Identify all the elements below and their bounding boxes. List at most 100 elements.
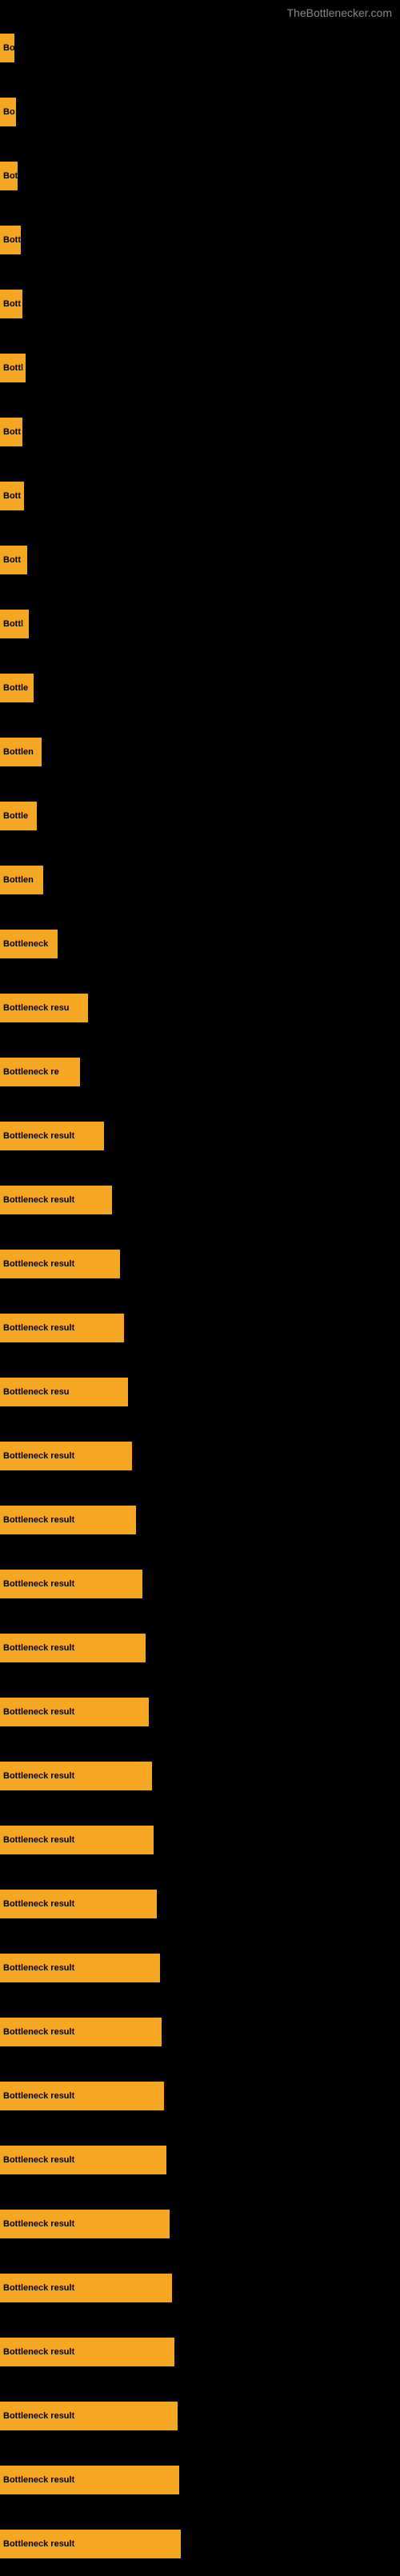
bar-row: Bottleneck result xyxy=(0,1232,400,1296)
bar-label: Bottleneck result xyxy=(3,2283,74,2293)
bar-row: Bottleneck result xyxy=(0,2256,400,2320)
bar-row: Bottleneck result xyxy=(0,1424,400,1488)
bar-label: Bott xyxy=(3,299,21,309)
bar-row: Bottl xyxy=(0,592,400,656)
bar-row: Bottleneck resu xyxy=(0,1360,400,1424)
bar-item: Bottleneck result xyxy=(0,1186,112,1214)
bar-item: Bottleneck result xyxy=(0,2146,166,2174)
bar-row: Bott xyxy=(0,464,400,528)
bar-label: Bottleneck result xyxy=(3,2027,74,2037)
bar-label: Bottleneck result xyxy=(3,1515,74,1525)
bar-row: Bottleneck result xyxy=(0,2384,400,2448)
bar-label: Bottleneck result xyxy=(3,1579,74,1589)
bar-row: Bottleneck result xyxy=(0,2000,400,2064)
bar-label: Bottleneck resu xyxy=(3,1003,70,1013)
bar-label: Bottleneck result xyxy=(3,2091,74,2101)
bar-label: Bottleneck re xyxy=(3,1067,59,1077)
bar-item: Bottlen xyxy=(0,738,42,766)
bar-label: Bottl xyxy=(3,363,23,373)
bar-label: Bo xyxy=(3,107,15,117)
bar-row: Bottleneck result xyxy=(0,1168,400,1232)
bar-label: Bottleneck result xyxy=(3,1835,74,1845)
bar-item: Bottleneck resu xyxy=(0,1378,128,1406)
bar-label: Bottleneck result xyxy=(3,1771,74,1781)
bar-row: Bottl xyxy=(0,336,400,400)
bar-item: Bottleneck result xyxy=(0,1570,142,1598)
bar-item: Bottle xyxy=(0,674,34,702)
bar-item: Bott xyxy=(0,226,21,254)
bar-label: Bo xyxy=(3,43,14,53)
bar-label: Bott xyxy=(3,235,21,245)
bar-row: Bottleneck result xyxy=(0,2192,400,2256)
bar-label: Bottleneck result xyxy=(3,1451,74,1461)
bar-row: Bottleneck result xyxy=(0,1744,400,1808)
bar-label: Bottleneck resu xyxy=(3,1387,70,1397)
bar-label: Bottlen xyxy=(3,747,34,757)
bar-item: Bott xyxy=(0,418,22,446)
bar-label: Bottleneck xyxy=(3,939,48,949)
bar-item: Bottleneck result xyxy=(0,2338,174,2366)
bar-item: Bottleneck result xyxy=(0,2210,170,2238)
bar-row: Bottleneck result xyxy=(0,2448,400,2512)
bar-label: Bottleneck result xyxy=(3,2475,74,2485)
bar-label: Bottleneck result xyxy=(3,1963,74,1973)
bar-item: Bottl xyxy=(0,354,26,382)
bar-label: Bott xyxy=(3,491,21,501)
bar-row: Bottleneck result xyxy=(0,1936,400,2000)
bar-row: Bottleneck result xyxy=(0,2512,400,2576)
bar-row: Bottleneck result xyxy=(0,2064,400,2128)
bar-row: Bo xyxy=(0,16,400,80)
bar-row: Bottleneck result xyxy=(0,1488,400,1552)
bar-row: Bottleneck re xyxy=(0,1040,400,1104)
bar-item: Bottleneck result xyxy=(0,1826,154,1854)
bar-item: Bottleneck result xyxy=(0,2402,178,2430)
bar-item: Bottleneck result xyxy=(0,2466,179,2494)
bar-item: Bottl xyxy=(0,610,29,638)
bar-label: Bottleneck result xyxy=(3,1643,74,1653)
bar-label: Bottle xyxy=(3,811,28,821)
bar-label: Bottleneck result xyxy=(3,2219,74,2229)
bar-item: Bottlen xyxy=(0,866,43,894)
bar-item: Bott xyxy=(0,546,27,574)
bar-label: Bottleneck result xyxy=(3,1131,74,1141)
bar-row: Bottle xyxy=(0,656,400,720)
bar-label: Bottl xyxy=(3,619,23,629)
bar-row: Bott xyxy=(0,208,400,272)
bar-row: Bottleneck result xyxy=(0,1552,400,1616)
bar-row: Bottle xyxy=(0,784,400,848)
bar-item: Bottleneck re xyxy=(0,1058,80,1086)
bar-label: Bott xyxy=(3,555,21,565)
bar-item: Bottleneck result xyxy=(0,1122,104,1150)
bar-item: Bott xyxy=(0,290,22,318)
bar-row: Bottleneck xyxy=(0,912,400,976)
bar-row: Bott xyxy=(0,272,400,336)
bar-row: Bottleneck result xyxy=(0,2128,400,2192)
bar-item: Bottle xyxy=(0,802,37,830)
bar-label: Bottlen xyxy=(3,875,34,885)
bar-label: Bottleneck result xyxy=(3,1707,74,1717)
bar-item: Bottleneck result xyxy=(0,1762,152,1790)
bar-item: Bot xyxy=(0,162,18,190)
bar-item: Bottleneck result xyxy=(0,1314,124,1342)
bar-row: Bottlen xyxy=(0,720,400,784)
bar-item: Bottleneck result xyxy=(0,1250,120,1278)
bar-item: Bo xyxy=(0,98,16,126)
bar-row: Bott xyxy=(0,400,400,464)
bar-row: Bottleneck result xyxy=(0,1872,400,1936)
bar-item: Bottleneck result xyxy=(0,2018,162,2046)
bar-row: Bottleneck result xyxy=(0,1296,400,1360)
bar-label: Bottleneck result xyxy=(3,1323,74,1333)
bar-row: Bottleneck result xyxy=(0,1616,400,1680)
bar-item: Bo xyxy=(0,34,14,62)
bar-label: Bott xyxy=(3,427,21,437)
bar-row: Bottleneck result xyxy=(0,2320,400,2384)
bar-item: Bottleneck result xyxy=(0,2274,172,2302)
bar-item: Bott xyxy=(0,482,24,510)
bar-row: Bottlen xyxy=(0,848,400,912)
bar-row: Bot xyxy=(0,144,400,208)
bar-row: Bo xyxy=(0,80,400,144)
bar-label: Bottleneck result xyxy=(3,2155,74,2165)
bar-label: Bottleneck result xyxy=(3,1259,74,1269)
bar-item: Bottleneck result xyxy=(0,1442,132,1470)
bar-label: Bottle xyxy=(3,683,28,693)
